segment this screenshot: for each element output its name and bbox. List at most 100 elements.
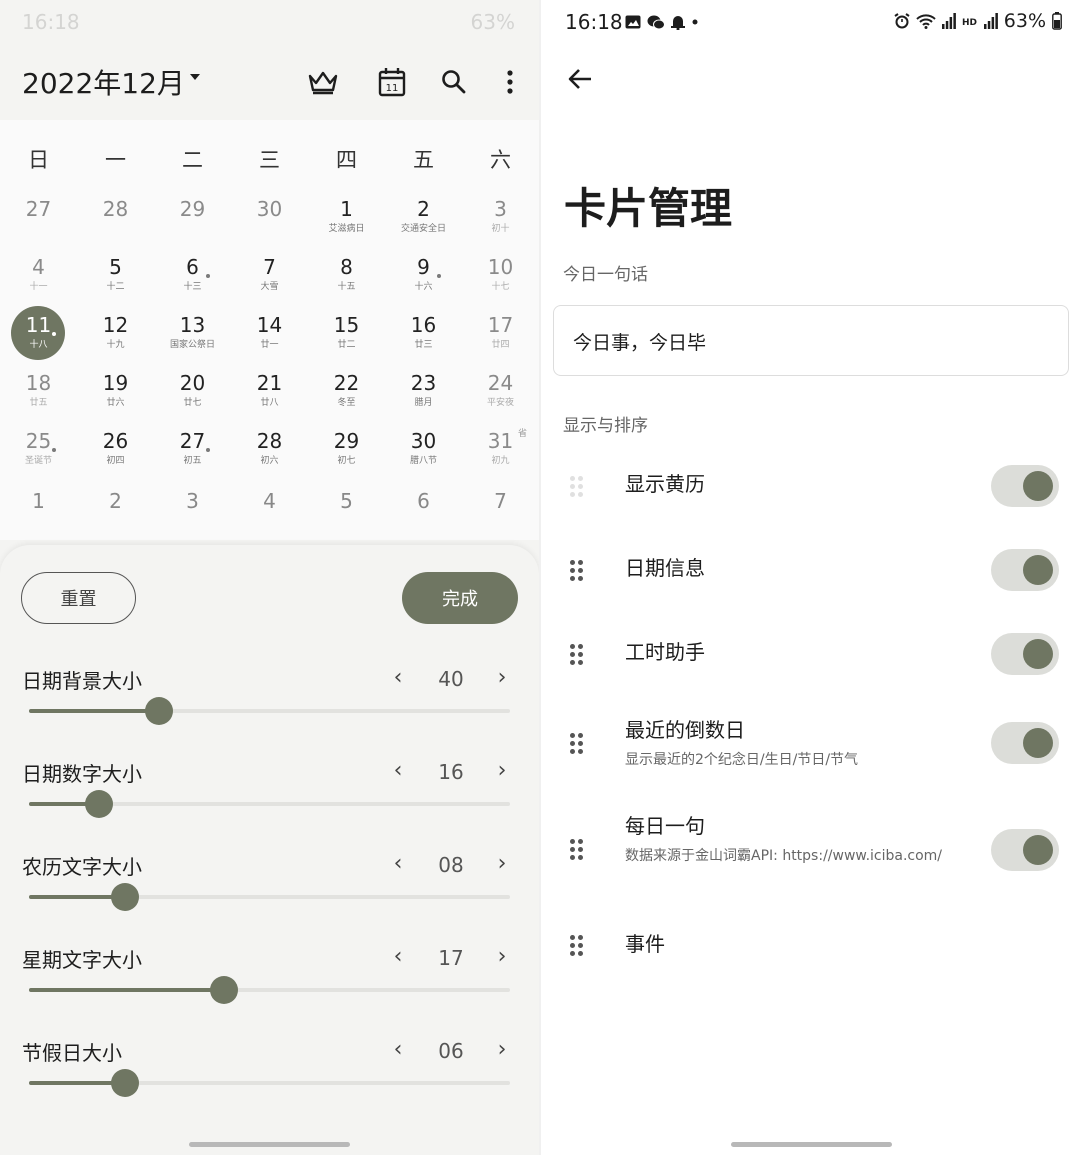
month-title[interactable]: 2022年12月 <box>22 62 185 102</box>
calendar-day[interactable]: 10 十七 <box>462 252 539 308</box>
calendar-day[interactable]: 8 十五 <box>308 252 385 308</box>
search-icon[interactable] <box>436 64 472 100</box>
slider-thumb[interactable] <box>209 976 238 1004</box>
calendar-week-row: 25 圣诞节 26 初四 27 初五 28 初六 29 初七 30 腊八节 31 初九 省 <box>0 426 539 482</box>
calendar-today-icon[interactable]: 11 <box>374 64 410 100</box>
calendar-day[interactable]: 25 圣诞节 <box>0 426 77 482</box>
calendar-day-next-month[interactable]: 7 <box>462 486 539 542</box>
lunar-date-label: 十六 <box>414 282 433 292</box>
calendar-day[interactable]: 12 十九 <box>77 310 154 366</box>
drag-handle-icon[interactable] <box>570 476 584 498</box>
calendar-day[interactable]: 1 艾滋病日 <box>308 194 385 250</box>
calendar-day[interactable]: 27 初五 <box>154 426 231 482</box>
chevron-right-icon[interactable]: › <box>492 665 512 690</box>
lunar-date-label: 廿二 <box>337 340 356 350</box>
chevron-right-icon[interactable]: › <box>492 1037 512 1062</box>
calendar-day[interactable]: 28 初六 <box>231 426 308 482</box>
calendar-day[interactable]: 31 初九 省 <box>462 426 539 482</box>
calendar-day[interactable]: 18 廿五 <box>0 368 77 424</box>
calendar-day[interactable]: 9 十六 <box>385 252 462 308</box>
month-dropdown-caret-icon[interactable] <box>190 74 200 80</box>
calendar-day-next-month[interactable]: 5 <box>308 486 385 542</box>
card-toggle[interactable] <box>991 722 1059 764</box>
slider-thumb[interactable] <box>111 883 140 911</box>
day-number: 11 <box>25 313 52 337</box>
chevron-left-icon[interactable]: ‹ <box>388 944 408 969</box>
slider-thumb[interactable] <box>84 790 113 818</box>
calendar-day[interactable]: 23 腊月 <box>385 368 462 424</box>
chevron-right-icon[interactable]: › <box>492 944 512 969</box>
calendar-day[interactable]: 19 廿六 <box>77 368 154 424</box>
chevron-right-icon[interactable]: › <box>492 851 512 876</box>
lunar-date-label: 圣诞节 <box>24 456 52 466</box>
setting-value: 17 <box>438 946 464 970</box>
size-slider[interactable] <box>29 697 510 725</box>
calendar-day[interactable]: 21 廿八 <box>231 368 308 424</box>
calendar-day-next-month[interactable]: 2 <box>77 486 154 542</box>
lunar-date-label: 大雪 <box>260 282 279 292</box>
calendar-day[interactable]: 14 廿一 <box>231 310 308 366</box>
back-arrow-icon[interactable] <box>563 62 597 96</box>
calendar-day[interactable]: 29 <box>154 194 231 250</box>
drag-handle-icon[interactable] <box>570 560 584 582</box>
card-toggle[interactable] <box>991 829 1059 871</box>
calendar-day[interactable]: 6 十三 <box>154 252 231 308</box>
calendar-day[interactable]: 16 廿三 <box>385 310 462 366</box>
lunar-date-label: 廿三 <box>414 340 433 350</box>
calendar-day[interactable]: 26 初四 <box>77 426 154 482</box>
calendar-day[interactable]: 4 十一 <box>0 252 77 308</box>
day-number: 30 <box>410 429 437 453</box>
more-options-icon[interactable] <box>492 64 528 100</box>
calendar-day[interactable]: 7 大雪 <box>231 252 308 308</box>
calendar-day[interactable]: 24 平安夜 <box>462 368 539 424</box>
drag-handle-icon[interactable] <box>570 644 584 666</box>
drag-handle-icon[interactable] <box>570 839 584 861</box>
calendar-day-selected[interactable]: 11 十八 <box>0 306 77 366</box>
chevron-right-icon[interactable]: › <box>492 758 512 783</box>
calendar-day-next-month[interactable]: 6 <box>385 486 462 542</box>
card-toggle[interactable] <box>991 633 1059 675</box>
size-slider[interactable] <box>29 790 510 818</box>
calendar-day[interactable]: 29 初七 <box>308 426 385 482</box>
size-slider[interactable] <box>29 1069 510 1097</box>
calendar-day[interactable]: 13 国家公祭日 <box>154 310 231 366</box>
crown-icon[interactable] <box>305 64 341 100</box>
status-bar: 16:18 63% <box>0 0 539 44</box>
size-setting-row: 星期文字大小 ‹ 17 › <box>0 944 539 1037</box>
slider-thumb[interactable] <box>144 697 173 725</box>
lunar-date-label: 十九 <box>106 340 125 350</box>
calendar-day[interactable]: 15 廿二 <box>308 310 385 366</box>
size-slider[interactable] <box>29 976 510 1004</box>
chevron-left-icon[interactable]: ‹ <box>388 758 408 783</box>
calendar-day[interactable]: 28 <box>77 194 154 250</box>
calendar-day[interactable]: 20 廿七 <box>154 368 231 424</box>
calendar-day[interactable]: 27 <box>0 194 77 250</box>
calendar-day[interactable]: 17 廿四 <box>462 310 539 366</box>
card-toggle[interactable] <box>991 465 1059 507</box>
calendar-day[interactable]: 30 腊八节 <box>385 426 462 482</box>
reset-button[interactable]: 重置 <box>21 572 136 624</box>
weekday-label: 五 <box>413 148 434 172</box>
drag-handle-icon[interactable] <box>570 935 584 957</box>
card-management-pane: 16:18 HD 63% 卡片管理 今日一句话 今日事，今日毕 显示与排序 显示… <box>541 0 1080 1155</box>
lunar-date-label: 十一 <box>29 282 48 292</box>
svg-text:HD: HD <box>962 18 977 27</box>
calendar-day[interactable]: 5 十二 <box>77 252 154 308</box>
calendar-day[interactable]: 2 交通安全日 <box>385 194 462 250</box>
card-toggle[interactable] <box>991 549 1059 591</box>
chevron-left-icon[interactable]: ‹ <box>388 1037 408 1062</box>
calendar-day[interactable]: 22 冬至 <box>308 368 385 424</box>
size-slider[interactable] <box>29 883 510 911</box>
calendar-day[interactable]: 30 <box>231 194 308 250</box>
drag-handle-icon[interactable] <box>570 733 584 755</box>
slider-thumb[interactable] <box>111 1069 140 1097</box>
chevron-left-icon[interactable]: ‹ <box>388 851 408 876</box>
calendar-day-next-month[interactable]: 1 <box>0 486 77 542</box>
calendar-day-next-month[interactable]: 3 <box>154 486 231 542</box>
calendar-day-next-month[interactable]: 4 <box>231 486 308 542</box>
quote-input[interactable]: 今日事，今日毕 <box>553 305 1069 376</box>
done-button[interactable]: 完成 <box>402 572 518 624</box>
day-number: 6 <box>417 489 430 513</box>
chevron-left-icon[interactable]: ‹ <box>388 665 408 690</box>
calendar-day[interactable]: 3 初十 <box>462 194 539 250</box>
